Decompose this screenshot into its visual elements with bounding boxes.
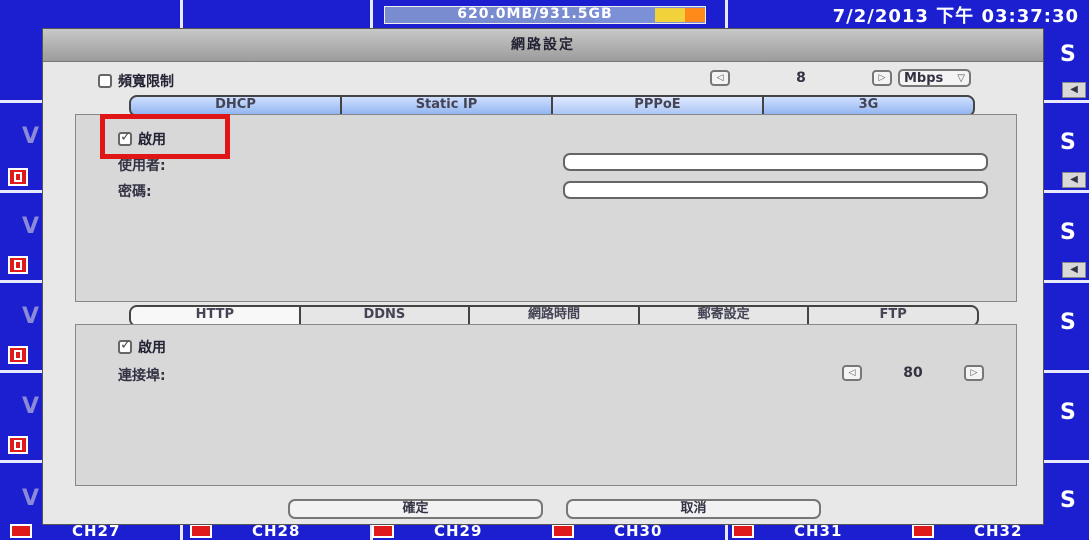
channel-marker-icon: V: [22, 394, 40, 419]
bandwidth-value-control: ◁ 8 ▷ Mbps ▽: [710, 69, 971, 87]
tab-3g[interactable]: 3G: [764, 97, 973, 115]
channel-marker-icon: V: [22, 304, 40, 329]
storage-alert-bar: [685, 8, 705, 22]
network-settings-dialog: 網路設定 頻寬限制 ◁ 8 ▷ Mbps ▽ DHCP Static IP PP…: [42, 28, 1044, 525]
channel-marker-icon: S: [1060, 42, 1076, 67]
bandwidth-unit-value: Mbps: [904, 70, 944, 86]
password-input[interactable]: [563, 181, 988, 199]
camera-icon: [10, 524, 32, 538]
status-bar: 620.0MB/931.5GB 7/2/2013 下午 03:37:30: [0, 0, 1089, 27]
tab-http[interactable]: HTTP: [131, 307, 301, 325]
bandwidth-limit-row: 頻寬限制: [98, 71, 174, 91]
http-enable-checkbox[interactable]: [118, 337, 132, 354]
channel-marker-icon: V: [22, 486, 40, 511]
increase-arrow-icon[interactable]: ▷: [964, 365, 984, 381]
channel-marker-icon: V: [22, 124, 40, 149]
http-enable-row: 啟用: [118, 337, 166, 357]
bandwidth-limit-label: 頻寬限制: [118, 74, 174, 90]
tab-static-ip[interactable]: Static IP: [342, 97, 553, 115]
port-label: 連接埠:: [118, 368, 166, 384]
channel-marker-icon: S: [1060, 130, 1076, 155]
camera-icon: [8, 436, 28, 454]
channel-marker-icon: V: [22, 214, 40, 239]
tab-dhcp[interactable]: DHCP: [131, 97, 342, 115]
username-input[interactable]: [563, 153, 988, 171]
camera-icon: [8, 256, 28, 274]
tab-ftp[interactable]: FTP: [809, 307, 977, 325]
camera-icon: [912, 524, 934, 538]
decrease-arrow-icon[interactable]: ◁: [710, 70, 730, 86]
tab-ddns[interactable]: DDNS: [301, 307, 471, 325]
chevron-down-icon: ▽: [957, 72, 965, 84]
highlight-box: [100, 114, 230, 159]
channel-marker-icon: S: [1060, 488, 1076, 513]
camera-icon: [8, 168, 28, 186]
storage-text: 620.0MB/931.5GB: [457, 6, 613, 22]
tab-network-time[interactable]: 網路時間: [470, 307, 640, 325]
tab-email-settings[interactable]: 郵寄設定: [640, 307, 810, 325]
ok-button[interactable]: 確定: [288, 499, 543, 519]
datetime-display: 7/2/2013 下午 03:37:30: [832, 6, 1079, 27]
camera-icon: [552, 524, 574, 538]
scroll-left-icon[interactable]: ◀: [1062, 262, 1086, 278]
bandwidth-value: 8: [796, 70, 806, 86]
port-value: 80: [903, 365, 923, 381]
storage-meter: 620.0MB/931.5GB: [384, 6, 706, 24]
bandwidth-unit-select[interactable]: Mbps ▽: [898, 69, 971, 87]
tab-pppoe[interactable]: PPPoE: [553, 97, 764, 115]
port-stepper: ◁ 80 ▷: [842, 365, 984, 381]
channel-marker-icon: S: [1060, 220, 1076, 245]
cancel-button[interactable]: 取消: [566, 499, 821, 519]
scroll-left-icon[interactable]: ◀: [1062, 172, 1086, 188]
camera-icon: [372, 524, 394, 538]
channel-marker-icon: S: [1060, 400, 1076, 425]
decrease-arrow-icon[interactable]: ◁: [842, 365, 862, 381]
camera-icon: [8, 346, 28, 364]
channel-marker-icon: S: [1060, 310, 1076, 335]
camera-icon: [732, 524, 754, 538]
http-enable-label: 啟用: [138, 340, 166, 356]
bandwidth-limit-checkbox[interactable]: [98, 74, 112, 88]
scroll-left-icon[interactable]: ◀: [1062, 82, 1086, 98]
password-label: 密碼:: [118, 184, 152, 200]
http-panel: 啟用 連接埠: ◁ 80 ▷: [75, 324, 1017, 486]
dialog-title: 網路設定: [43, 29, 1043, 62]
increase-arrow-icon[interactable]: ▷: [872, 70, 892, 86]
camera-icon: [190, 524, 212, 538]
